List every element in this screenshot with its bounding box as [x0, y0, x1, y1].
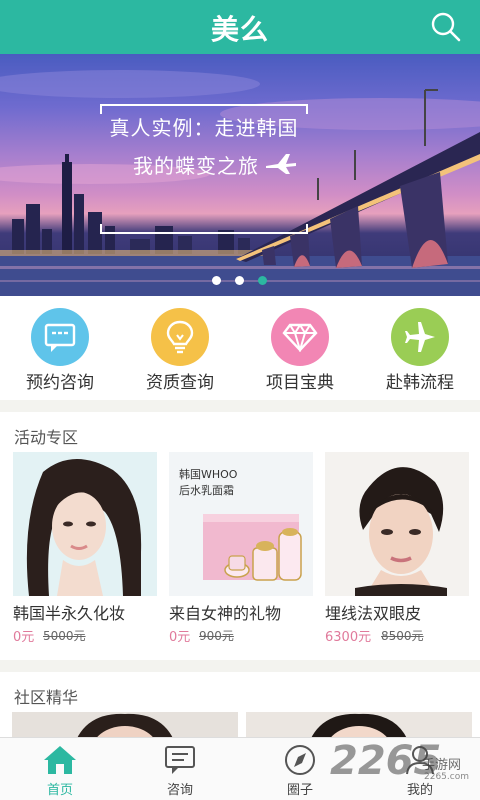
- activity-name: 来自女神的礼物: [169, 604, 282, 623]
- banner-caption: 真人实例：走进韩国 我的蝶变之旅: [100, 104, 308, 236]
- activity-price: 0元: [13, 630, 35, 645]
- promo-banner[interactable]: 真人实例：走进韩国 我的蝶变之旅: [0, 54, 480, 296]
- banner-dot[interactable]: [212, 276, 221, 285]
- search-button[interactable]: [430, 11, 462, 43]
- activity-old-price: 900元: [199, 629, 234, 643]
- category-label: 资质查询: [146, 373, 214, 393]
- activity-old-price: 8500元: [381, 629, 424, 643]
- activity-price: 0元: [169, 630, 191, 645]
- category-label: 赴韩流程: [386, 373, 454, 393]
- activity-image: [325, 452, 469, 596]
- top-header: 美么: [0, 0, 480, 54]
- home-icon: [44, 746, 76, 774]
- app-logo: 美么: [210, 13, 269, 46]
- activity-card[interactable]: 韩国半永久化妆 0元 5000元: [13, 452, 157, 652]
- category-label: 项目宝典: [266, 373, 334, 393]
- app-screen: 美么 真人实例：走进韩国 我的蝶变之旅 预约咨询 资质查询 项目宝典 赴韩流程 …: [0, 0, 480, 800]
- caption-frame-bottom: [100, 224, 308, 234]
- tab-consult[interactable]: 咨询: [120, 738, 240, 800]
- activity-card[interactable]: 韩国WHOO 后水乳面霜 来自女神的礼物 0元 900元: [169, 452, 313, 652]
- message-icon: [165, 746, 195, 774]
- watermark: 2265 手游网 2265.com: [330, 738, 480, 800]
- watermark-url: 2265.com: [424, 772, 469, 782]
- category-appointment[interactable]: 预约咨询: [0, 308, 120, 396]
- activity-image: 韩国WHOO 后水乳面霜: [169, 452, 313, 596]
- tab-label: 首页: [46, 783, 73, 798]
- tab-home[interactable]: 首页: [0, 738, 120, 800]
- tab-label: 咨询: [166, 783, 193, 798]
- plane-icon: [266, 154, 296, 174]
- category-guide[interactable]: 项目宝典: [240, 308, 360, 396]
- airplane-icon: [405, 322, 435, 352]
- banner-dot-active[interactable]: [258, 276, 267, 285]
- activity-old-price: 5000元: [43, 629, 86, 643]
- watermark-text: 手游网: [422, 758, 462, 773]
- activity-card[interactable]: 埋线法双眼皮 6300元 8500元: [325, 452, 469, 652]
- activity-image: [13, 452, 157, 596]
- category-label: 预约咨询: [26, 373, 94, 393]
- compass-icon: [285, 745, 315, 775]
- community-section-title: 社区精华: [14, 688, 79, 707]
- category-qualification[interactable]: 资质查询: [120, 308, 240, 396]
- activity-section-title: 活动专区: [14, 428, 79, 447]
- category-circle: [271, 308, 329, 366]
- activity-section: 活动专区 韩国半永久化妆 0元 5000元 韩国WHOO 后水乳面霜 来自女神的…: [0, 412, 480, 660]
- category-circle: [31, 308, 89, 366]
- diamond-icon: [282, 323, 318, 352]
- activity-name: 埋线法双眼皮: [325, 604, 422, 623]
- category-circle: [151, 308, 209, 366]
- category-circle: [391, 308, 449, 366]
- category-process[interactable]: 赴韩流程: [360, 308, 480, 396]
- activity-price: 6300元: [325, 630, 372, 645]
- lightbulb-icon: [166, 320, 194, 354]
- activity-name: 韩国半永久化妆: [13, 604, 126, 623]
- banner-dot[interactable]: [235, 276, 244, 285]
- banner-title: 真人实例：走进韩国: [109, 116, 299, 140]
- banner-pagination: [212, 276, 267, 285]
- search-icon: [431, 12, 461, 42]
- chat-bubble-icon: [44, 323, 76, 352]
- category-menu: 预约咨询 资质查询 项目宝典 赴韩流程: [0, 296, 480, 400]
